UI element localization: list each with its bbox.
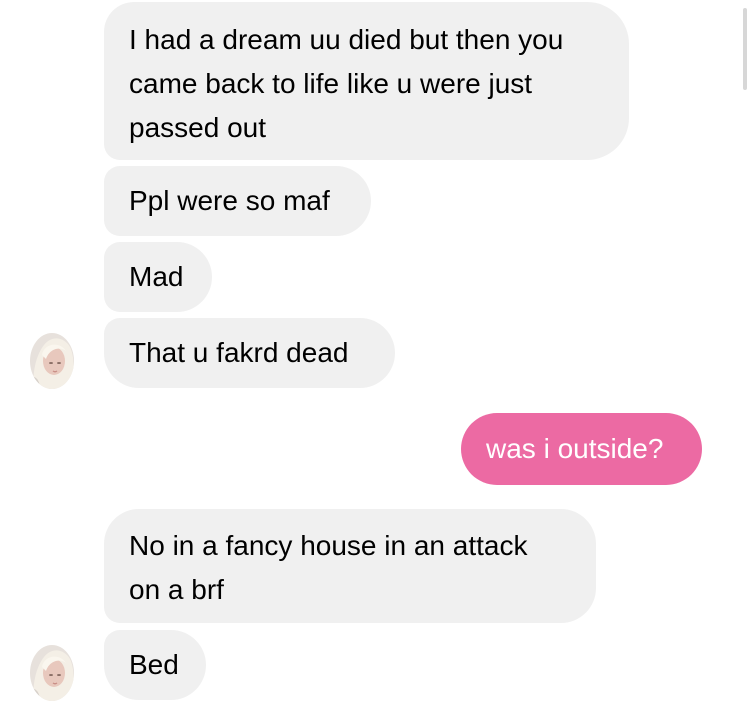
message-line: No in a fancy house in an attack [129, 530, 528, 561]
message-line: on a brf [129, 574, 224, 605]
contact-avatar[interactable] [30, 645, 74, 701]
contact-avatar-photo-icon [30, 645, 74, 701]
message-line: I had a dream uu died but then you [129, 24, 564, 55]
message-line: That u fakrd dead [129, 337, 349, 368]
message-bubble-sent[interactable]: was i outside? [461, 413, 702, 485]
message-line: came back to life like u were just [129, 68, 533, 99]
message-line: Mad [129, 261, 184, 292]
contact-avatar-photo-icon [30, 333, 74, 389]
message-line: was i outside? [486, 433, 664, 464]
message-bubble-received[interactable]: Bed [104, 630, 206, 700]
message-line: Bed [129, 649, 179, 680]
message-bubble-received[interactable]: Mad [104, 242, 212, 312]
message-line: Ppl were so maf [129, 185, 330, 216]
message-bubble-received[interactable]: Ppl were so maf [104, 166, 371, 236]
message-bubble-received[interactable]: I had a dream uu died but then you came … [104, 2, 629, 160]
message-line: passed out [129, 112, 266, 143]
message-bubble-received[interactable]: No in a fancy house in an attack on a br… [104, 509, 596, 623]
scrollbar[interactable] [743, 8, 747, 90]
contact-avatar[interactable] [30, 333, 74, 389]
message-bubble-received[interactable]: That u fakrd dead [104, 318, 395, 388]
